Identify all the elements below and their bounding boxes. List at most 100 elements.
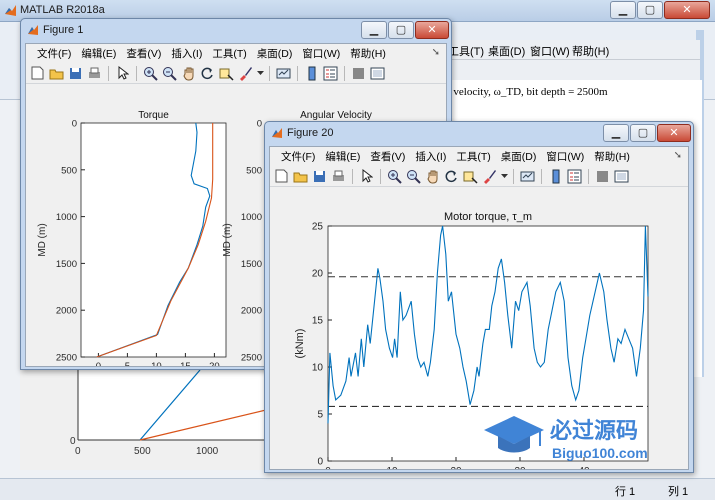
motor-xtick-label: 0 bbox=[325, 466, 331, 469]
angular-ytick-label: 500 bbox=[246, 165, 262, 176]
status-col: 列 1 bbox=[668, 486, 689, 498]
brush-dropdown-icon[interactable] bbox=[500, 168, 508, 185]
data-cursor-icon[interactable] bbox=[462, 168, 479, 185]
torque-xtick-label: 15 bbox=[180, 361, 191, 366]
menu-tools[interactable]: 工具(T) bbox=[451, 149, 495, 164]
show-plot-tools-icon[interactable] bbox=[613, 168, 630, 185]
menu-window[interactable]: 窗口(W) bbox=[297, 46, 345, 61]
zoom-in-icon[interactable] bbox=[386, 168, 403, 185]
figure20-close-button[interactable]: ✕ bbox=[657, 124, 691, 142]
torque-ytick-label: 2000 bbox=[56, 306, 77, 317]
print-icon[interactable] bbox=[86, 65, 103, 82]
torque-title: Torque bbox=[138, 110, 169, 121]
torque-xtick-label: 10 bbox=[151, 361, 162, 366]
menu-desktop[interactable]: 桌面(D) bbox=[496, 149, 542, 164]
angular-ylabel: MD (m) bbox=[222, 223, 233, 256]
menu-view[interactable]: 查看(V) bbox=[121, 46, 166, 61]
insert-legend-icon[interactable] bbox=[322, 65, 339, 82]
zoom-out-icon[interactable] bbox=[161, 65, 178, 82]
figure20-titlebar[interactable]: Figure 20 ▁ ▢ ✕ bbox=[265, 122, 693, 146]
angular-ytick-label: 2500 bbox=[241, 353, 262, 364]
bg-xtick-1000: 1000 bbox=[196, 446, 219, 457]
motor-xtick-label: 20 bbox=[450, 466, 462, 469]
motor-torque-title: Motor torque, τ_m bbox=[444, 211, 532, 223]
motor-xtick-label: 30 bbox=[514, 466, 526, 469]
show-plot-tools-icon[interactable] bbox=[369, 65, 386, 82]
figure20-title: Figure 20 bbox=[287, 127, 334, 139]
menu-insert[interactable]: 插入(I) bbox=[410, 149, 451, 164]
pan-hand-icon[interactable] bbox=[424, 168, 441, 185]
brush-icon[interactable] bbox=[481, 168, 498, 185]
edit-plot-arrow-icon[interactable] bbox=[358, 168, 375, 185]
bg-menu-window[interactable]: 窗口(W) bbox=[530, 43, 570, 59]
print-icon[interactable] bbox=[330, 168, 347, 185]
menu-dock-arrow-icon[interactable]: ➘ bbox=[674, 150, 682, 161]
menu-edit[interactable]: 编辑(E) bbox=[76, 46, 121, 61]
menu-view[interactable]: 查看(V) bbox=[365, 149, 410, 164]
zoom-out-icon[interactable] bbox=[405, 168, 422, 185]
menu-file[interactable]: 文件(F) bbox=[276, 149, 320, 164]
save-icon[interactable] bbox=[67, 65, 84, 82]
open-file-icon[interactable] bbox=[292, 168, 309, 185]
menu-window[interactable]: 窗口(W) bbox=[541, 149, 589, 164]
data-cursor-icon[interactable] bbox=[218, 65, 235, 82]
open-file-icon[interactable] bbox=[48, 65, 65, 82]
zoom-in-icon[interactable] bbox=[142, 65, 159, 82]
menu-desktop[interactable]: 桌面(D) bbox=[252, 46, 298, 61]
insert-legend-icon[interactable] bbox=[566, 168, 583, 185]
toolbar-separator bbox=[352, 168, 353, 184]
rotate-3d-icon[interactable] bbox=[443, 168, 460, 185]
menu-dock-arrow-icon[interactable]: ➘ bbox=[432, 47, 440, 58]
link-plot-icon[interactable] bbox=[519, 168, 536, 185]
menu-tools[interactable]: 工具(T) bbox=[207, 46, 251, 61]
torque-xtick-label: 20 bbox=[209, 361, 220, 366]
status-row: 行 1 bbox=[615, 486, 636, 498]
bg-menu-help[interactable]: 帮助(H) bbox=[572, 43, 609, 59]
torque-ytick-label: 1500 bbox=[56, 259, 77, 270]
torque-xtick-label: 0 bbox=[96, 361, 101, 366]
brush-icon[interactable] bbox=[237, 65, 254, 82]
link-plot-icon[interactable] bbox=[275, 65, 292, 82]
bg-menu-desktop[interactable]: 桌面(D) bbox=[488, 43, 525, 59]
svg-text:Biguo100.com: Biguo100.com bbox=[552, 445, 648, 461]
pan-hand-icon[interactable] bbox=[180, 65, 197, 82]
insert-colorbar-icon[interactable] bbox=[303, 65, 320, 82]
figure1-maximize-button[interactable]: ▢ bbox=[388, 21, 414, 39]
motor-ytick-label: 15 bbox=[312, 316, 324, 327]
menu-insert[interactable]: 插入(I) bbox=[166, 46, 207, 61]
torque-ytick-label: 500 bbox=[61, 165, 77, 176]
figure20-minimize-button[interactable]: ▁ bbox=[603, 124, 629, 142]
hide-plot-tools-icon[interactable] bbox=[594, 168, 611, 185]
figure20-toolbar bbox=[270, 166, 688, 187]
figure1-titlebar[interactable]: Figure 1 ▁ ▢ ✕ bbox=[21, 19, 451, 43]
edit-plot-arrow-icon[interactable] bbox=[114, 65, 131, 82]
figure20-menubar: 文件(F) 编辑(E) 查看(V) 插入(I) 工具(T) 桌面(D) 窗口(W… bbox=[270, 147, 688, 166]
new-figure-icon[interactable] bbox=[273, 168, 290, 185]
motor-xtick-label: 10 bbox=[386, 466, 398, 469]
rotate-3d-icon[interactable] bbox=[199, 65, 216, 82]
menu-file[interactable]: 文件(F) bbox=[32, 46, 76, 61]
main-maximize-button[interactable]: ▢ bbox=[637, 1, 663, 19]
toolbar-separator bbox=[513, 168, 514, 184]
figure1-close-button[interactable]: ✕ bbox=[415, 21, 449, 39]
hide-plot-tools-icon[interactable] bbox=[350, 65, 367, 82]
figure1-minimize-button[interactable]: ▁ bbox=[361, 21, 387, 39]
new-figure-icon[interactable] bbox=[29, 65, 46, 82]
menu-edit[interactable]: 编辑(E) bbox=[320, 149, 365, 164]
menu-help[interactable]: 帮助(H) bbox=[345, 46, 391, 61]
brush-dropdown-icon[interactable] bbox=[256, 65, 264, 82]
bg-menu-tools[interactable]: 工具(T) bbox=[448, 43, 484, 59]
torque-axes bbox=[80, 122, 227, 358]
main-close-button[interactable]: ✕ bbox=[664, 1, 710, 19]
save-icon[interactable] bbox=[311, 168, 328, 185]
matlab-figure-icon bbox=[28, 25, 38, 35]
figure20-maximize-button[interactable]: ▢ bbox=[630, 124, 656, 142]
menu-help[interactable]: 帮助(H) bbox=[589, 149, 635, 164]
main-minimize-button[interactable]: ▁ bbox=[610, 1, 636, 19]
angular-ytick-label: 2000 bbox=[241, 306, 262, 317]
toolbar-separator bbox=[108, 65, 109, 81]
angular-velocity-title: Angular Velocity bbox=[300, 110, 372, 121]
insert-colorbar-icon[interactable] bbox=[547, 168, 564, 185]
torque-ytick-label: 2500 bbox=[56, 353, 77, 364]
toolbar-separator bbox=[297, 65, 298, 81]
